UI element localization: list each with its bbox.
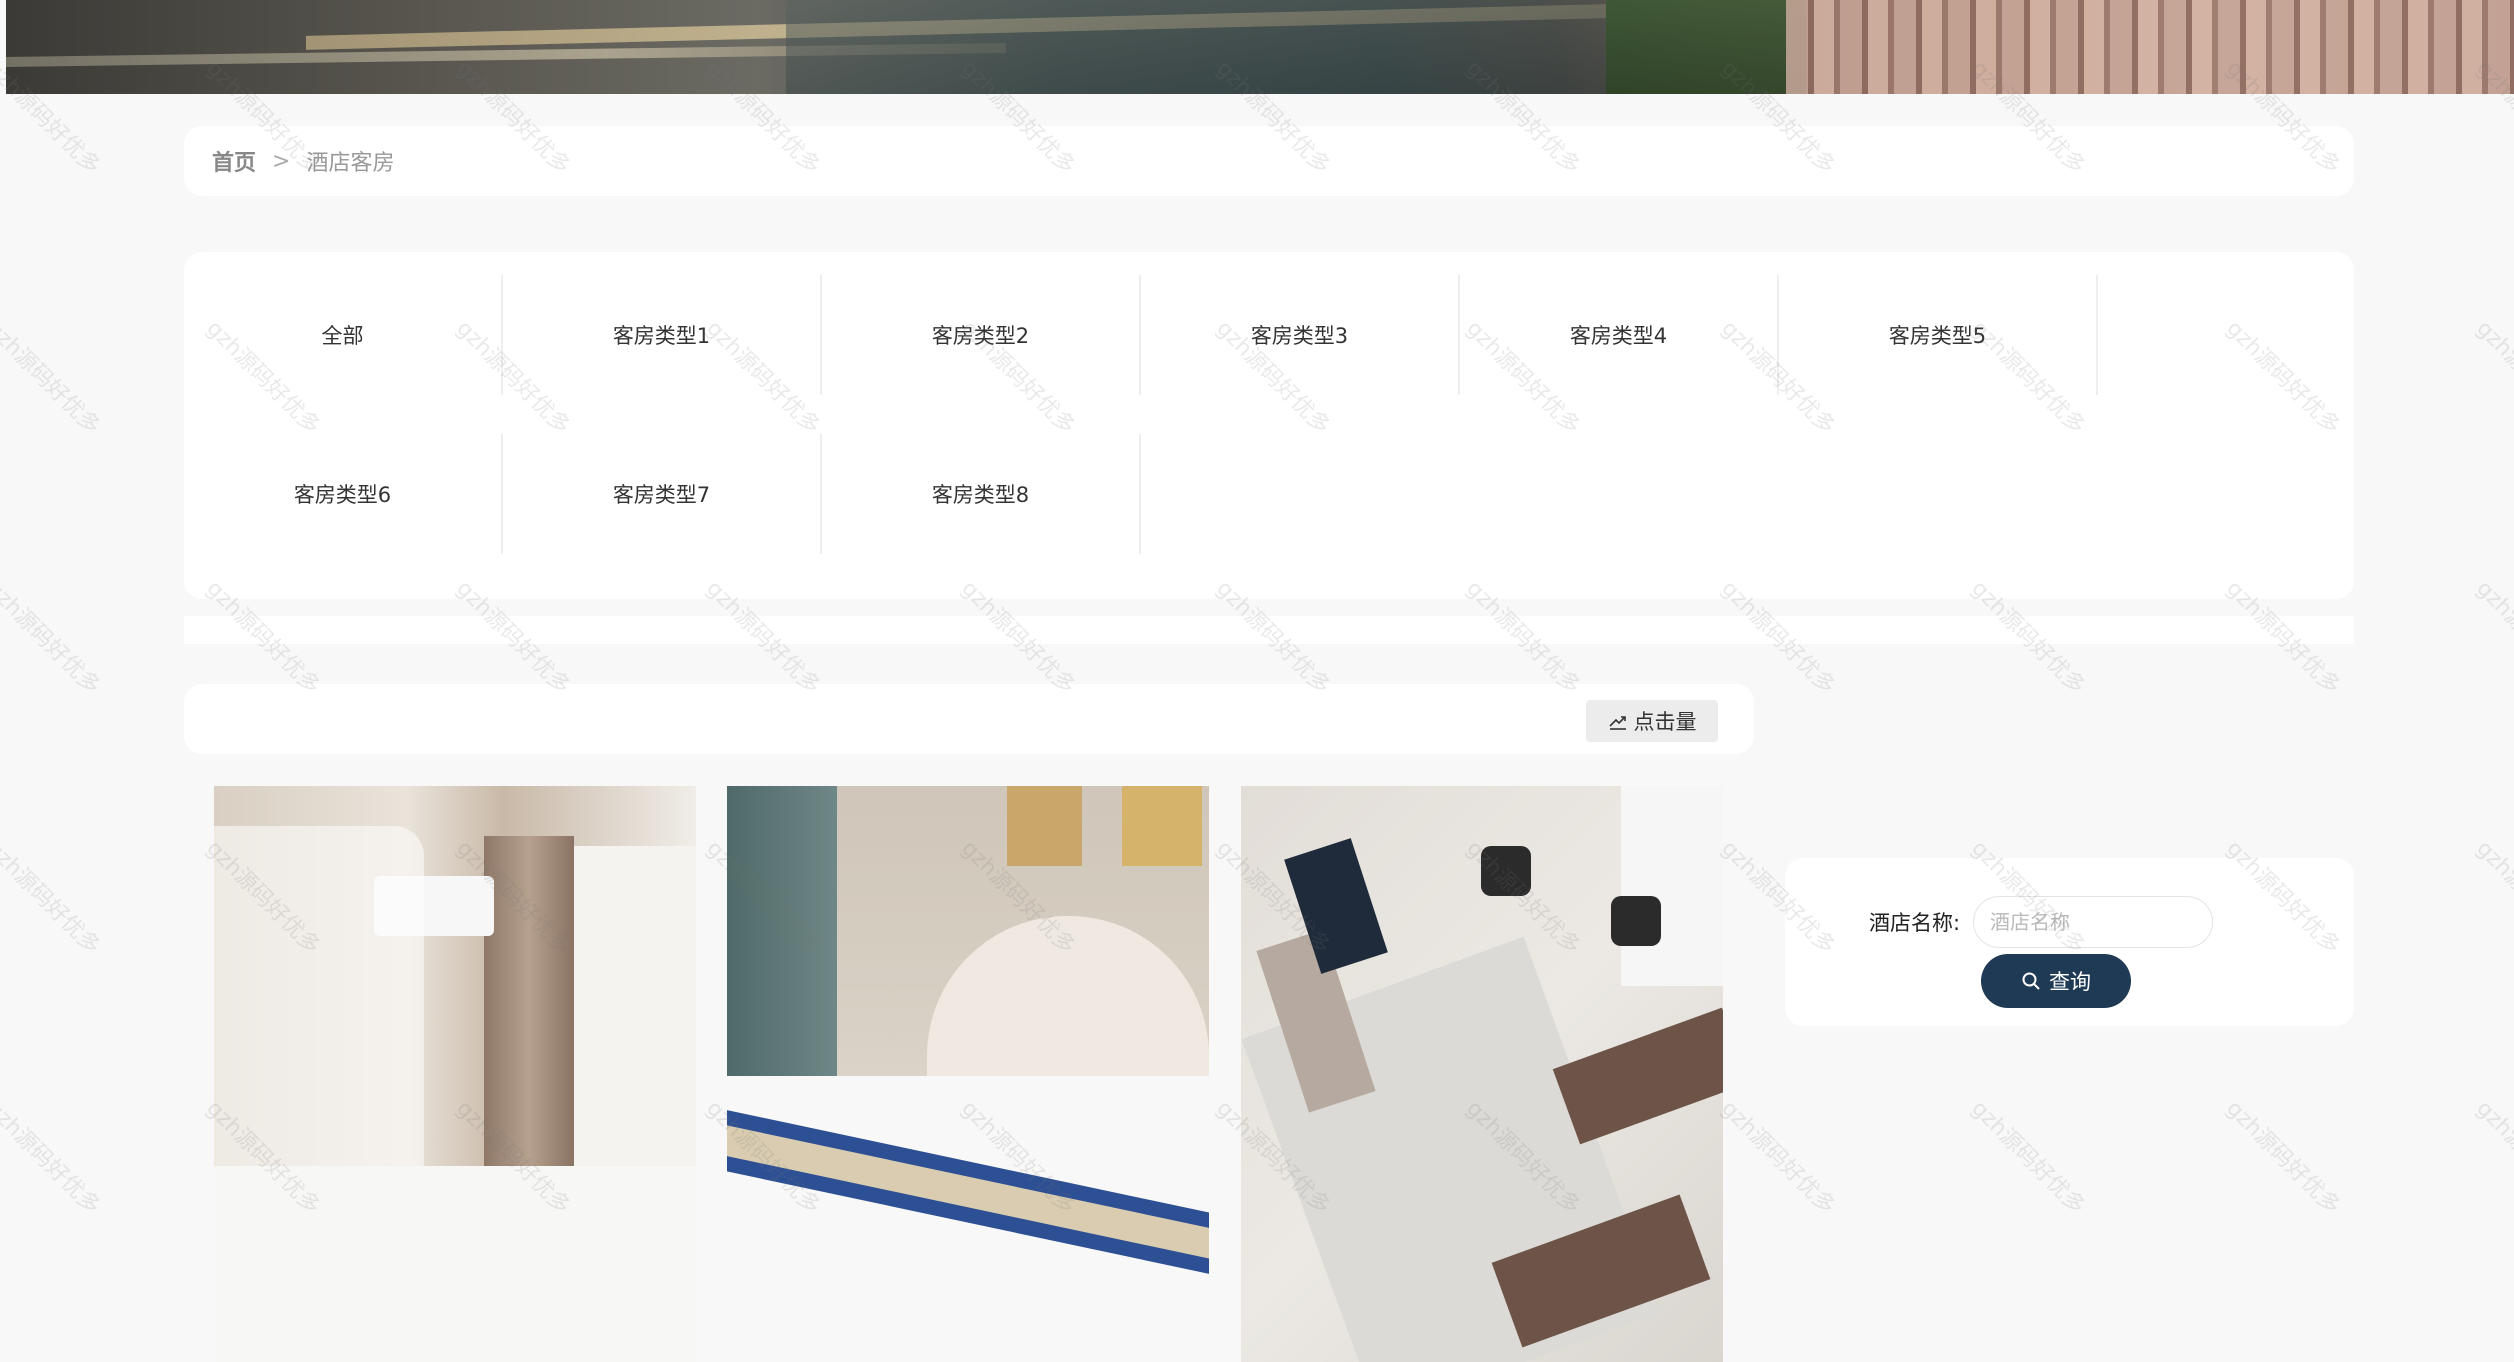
watermark-text: gzh源码好优多 (0, 316, 105, 440)
hotel-name-input[interactable] (1973, 896, 2213, 948)
breadcrumb-separator: > (272, 148, 291, 174)
watermark-text: gzh源码好优多 (2471, 576, 2514, 700)
room-type-6[interactable]: 客房类型6 (184, 434, 503, 554)
room-type-8[interactable]: 客房类型8 (822, 434, 1141, 554)
watermark-text: gzh源码好优多 (1716, 1096, 1840, 1220)
watermark-text: gzh源码好优多 (0, 836, 105, 960)
watermark-text: gzh源码好优多 (0, 576, 105, 700)
room-type-2[interactable]: 客房类型2 (822, 275, 1141, 395)
room-card-image[interactable] (214, 786, 696, 1362)
watermark-text: gzh源码好优多 (0, 1096, 105, 1220)
breadcrumb-current: 酒店客房 (306, 151, 395, 176)
room-card-image[interactable] (1241, 786, 1723, 1362)
watermark-text: gzh源码好优多 (2471, 1096, 2514, 1220)
room-type-5[interactable]: 客房类型5 (1779, 275, 2098, 395)
room-card-image[interactable] (727, 786, 1209, 1362)
search-icon (2022, 972, 2040, 990)
watermark-text: gzh源码好优多 (2471, 836, 2514, 960)
room-type-4[interactable]: 客房类型4 (1460, 275, 1779, 395)
sort-by-clicks-button[interactable]: 点击量 (1586, 700, 1718, 742)
hero-banner-image (6, 0, 2514, 94)
room-type-1[interactable]: 客房类型1 (503, 275, 822, 395)
search-button-label: 查询 (2049, 970, 2091, 994)
watermark-text: gzh源码好优多 (2471, 316, 2514, 440)
watermark-text: gzh源码好优多 (2221, 1096, 2345, 1220)
breadcrumb-home[interactable]: 首页 (212, 145, 256, 177)
room-type-filter: 全部 客房类型1 客房类型2 客房类型3 客房类型4 客房类型5 客房类型6 客… (184, 252, 2354, 599)
breadcrumb: 首页 > 酒店客房 (184, 126, 2354, 196)
search-button[interactable]: 查询 (1981, 954, 2131, 1008)
room-type-3[interactable]: 客房类型3 (1141, 275, 1460, 395)
divider-strip (184, 616, 2354, 644)
hotel-name-label: 酒店名称: (1869, 911, 1961, 935)
search-panel: 酒店名称: 查询 (1785, 858, 2354, 1026)
sort-bar: 点击量 (184, 684, 1754, 754)
watermark-text: gzh源码好优多 (1966, 1096, 2090, 1220)
room-type-all[interactable]: 全部 (184, 275, 503, 395)
room-type-7[interactable]: 客房类型7 (503, 434, 822, 554)
sort-label: 点击量 (1633, 710, 1697, 734)
trend-chart-icon (1608, 716, 1626, 730)
